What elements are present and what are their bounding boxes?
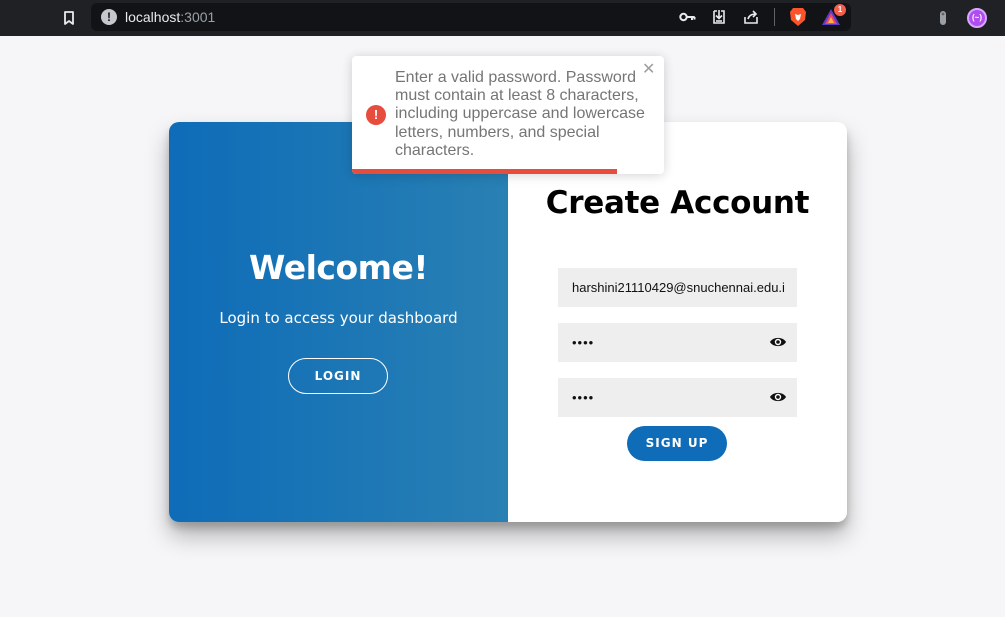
url-host: localhost (125, 9, 181, 25)
error-circle-icon: ! (366, 105, 386, 125)
key-icon[interactable] (678, 8, 696, 26)
confirm-password-field[interactable] (558, 378, 797, 417)
error-symbol: ! (373, 107, 379, 122)
signup-button[interactable]: SIGN UP (627, 426, 727, 461)
extension-icon[interactable]: (~) (967, 8, 987, 28)
url-port: :3001 (180, 9, 216, 25)
info-icon[interactable]: ! (101, 9, 117, 25)
brave-rewards-button[interactable]: 1 (821, 4, 846, 26)
extension-label: (~) (972, 13, 982, 22)
toast-message: Enter a valid password. Password must co… (395, 69, 645, 159)
welcome-subtitle: Login to access your dashboard (219, 309, 458, 327)
welcome-panel: Welcome! Login to access your dashboard … (169, 122, 508, 522)
puzzle-icon[interactable] (938, 9, 948, 27)
password-field[interactable] (558, 323, 797, 362)
toast-progress-bar (352, 169, 618, 174)
email-field[interactable] (558, 268, 797, 307)
signup-form: Create Account SIGN UP (508, 122, 847, 522)
confirm-password-field-wrapper (558, 378, 797, 417)
close-icon[interactable]: ✕ (642, 62, 655, 78)
address-bar-actions: 1 (678, 4, 846, 27)
share-icon[interactable] (742, 8, 760, 26)
eye-icon[interactable] (769, 389, 787, 405)
welcome-title: Welcome! (249, 248, 428, 287)
email-field-wrapper (558, 268, 797, 307)
auth-card: Welcome! Login to access your dashboard … (169, 122, 847, 522)
browser-toolbar: ! localhost:3001 1 (~) (0, 0, 1005, 36)
login-button[interactable]: LOGIN (288, 358, 388, 394)
brave-lion-icon[interactable] (789, 7, 807, 27)
url-text[interactable]: localhost:3001 (125, 9, 215, 25)
eye-icon[interactable] (769, 334, 787, 350)
form-title: Create Account (508, 184, 847, 223)
form-title-text: Create Account (545, 185, 810, 221)
address-bar[interactable]: ! localhost:3001 1 (91, 3, 851, 31)
error-toast[interactable]: ! Enter a valid password. Password must … (352, 56, 664, 174)
bookmark-icon[interactable] (60, 9, 78, 27)
brave-rewards-count: 1 (834, 4, 846, 16)
install-icon[interactable] (710, 8, 728, 26)
password-field-wrapper (558, 323, 797, 362)
toolbar-divider (774, 8, 775, 26)
